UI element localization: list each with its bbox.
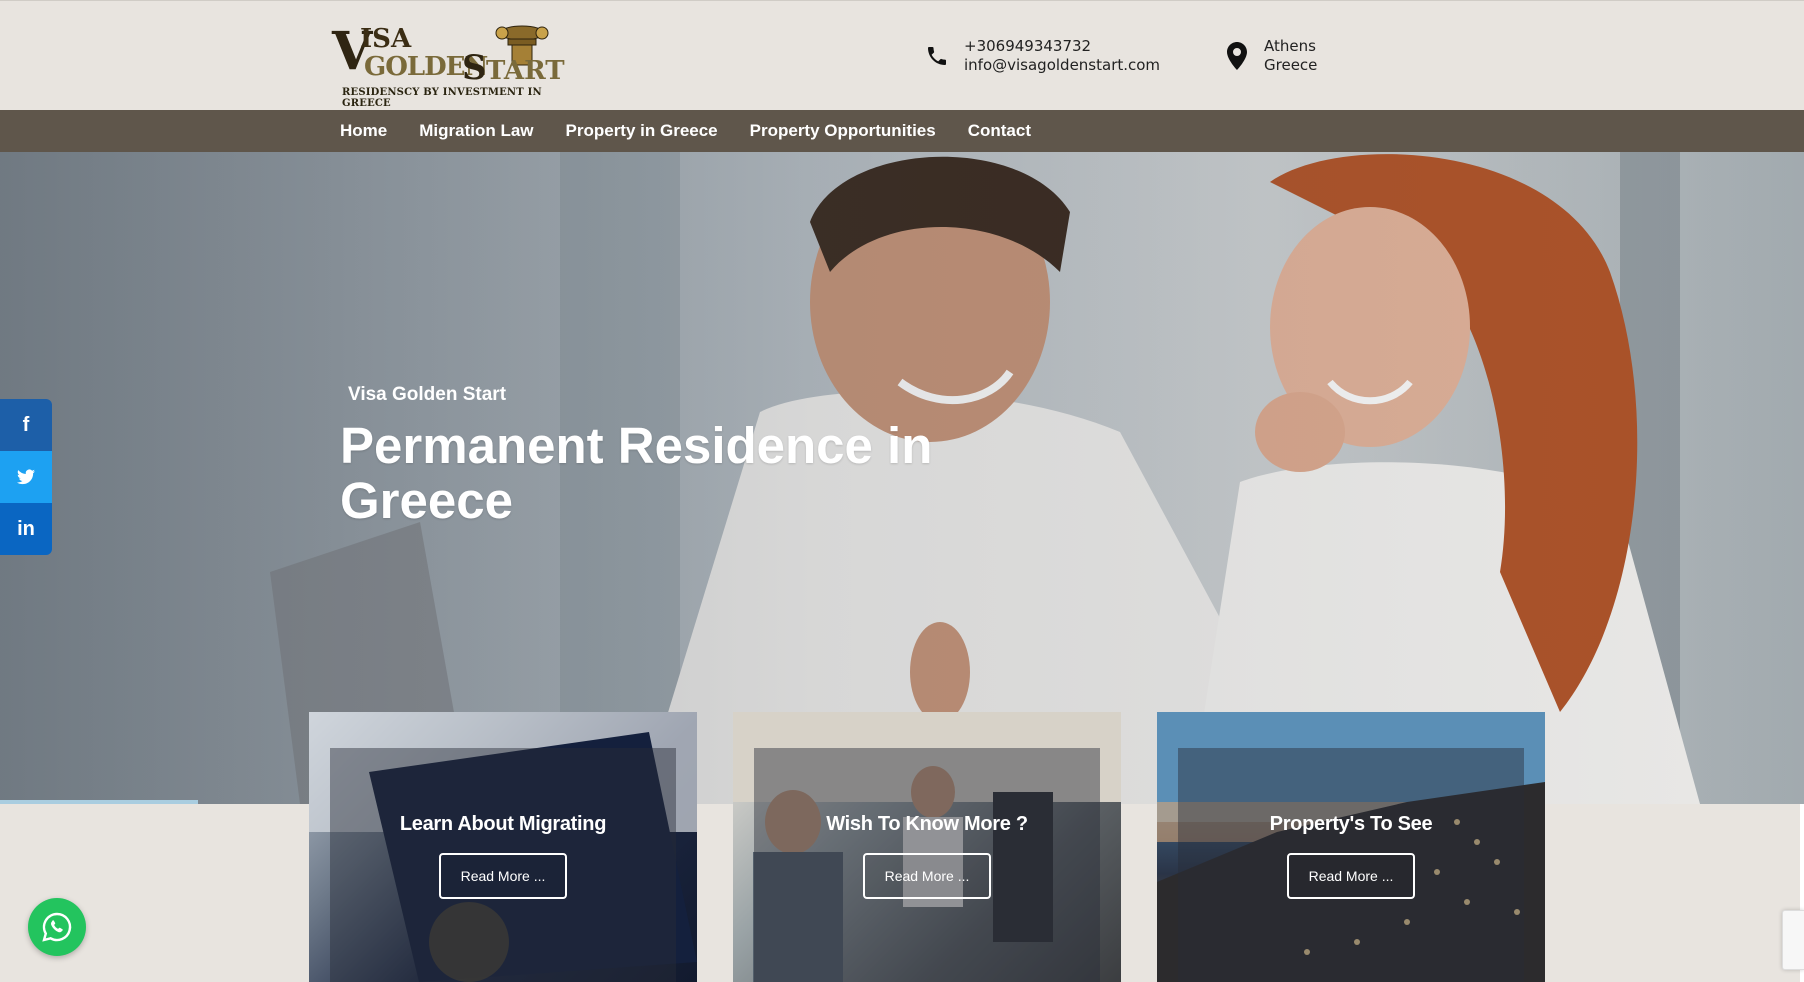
social-share-bar: f in [0,399,52,555]
twitter-share-button[interactable] [0,451,52,503]
read-more-button[interactable]: Read More ... [863,853,991,899]
card-wish-to-know-more: Wish To Know More ? Read More ... [733,712,1121,982]
read-more-button[interactable]: Read More ... [1287,853,1415,899]
slider-progress-bar [0,800,198,804]
whatsapp-icon [42,912,72,942]
location-country: Greece [1264,56,1318,74]
twitter-icon [17,469,35,485]
svg-text:ISA: ISA [360,24,412,54]
svg-text:TART: TART [486,56,565,86]
linkedin-share-button[interactable]: in [0,503,52,555]
contact-phone-block: +306949343732 info@visagoldenstart.com [924,37,1160,75]
hero-kicker: Visa Golden Start [348,384,507,405]
facebook-share-button[interactable]: f [0,399,52,451]
nav-migration-law[interactable]: Migration Law [419,121,533,141]
logo-tagline: RESIDENSCY BY INVESTMENT IN GREECE [342,87,542,109]
recaptcha-badge[interactable] [1782,910,1804,970]
site-header: V ISA GOLDEN S TART RESIDENSCY BY INVEST… [0,0,1804,110]
nav-contact[interactable]: Contact [968,121,1031,141]
nav-list: Home Migration Law Property in Greece Pr… [340,110,1031,152]
phone-icon [924,41,950,71]
site-logo[interactable]: V ISA GOLDEN S TART RESIDENSCY BY INVEST… [330,17,580,109]
read-more-button[interactable]: Read More ... [439,853,567,899]
card-title: Learn About Migrating [399,813,607,835]
whatsapp-button[interactable] [28,898,86,956]
hero-title: Permanent Residence in Greece [340,417,933,529]
nav-home[interactable]: Home [340,121,387,141]
card-title: Wish To Know More ? [826,813,1028,835]
phone-number[interactable]: +306949343732 [964,37,1160,56]
nav-property-in-greece[interactable]: Property in Greece [566,121,718,141]
location-city: Athens [1264,37,1316,55]
map-pin-icon [1224,41,1250,71]
card-learn-about-migrating: Learn About Migrating Read More ... [309,712,697,982]
linkedin-icon: in [17,517,35,540]
card-title: Property's To See [1269,813,1433,835]
main-nav: Home Migration Law Property in Greece Pr… [0,110,1804,152]
svg-text:S: S [462,48,487,88]
nav-property-opportunities[interactable]: Property Opportunities [750,121,936,141]
contact-location-block: Athens Greece [1224,37,1317,75]
card-propertys-to-see: Property's To See Read More ... [1157,712,1545,982]
hero-banner: Visa Golden Start Permanent Residence in… [0,152,1804,804]
email-address[interactable]: info@visagoldenstart.com [964,56,1160,75]
facebook-icon: f [22,413,30,436]
